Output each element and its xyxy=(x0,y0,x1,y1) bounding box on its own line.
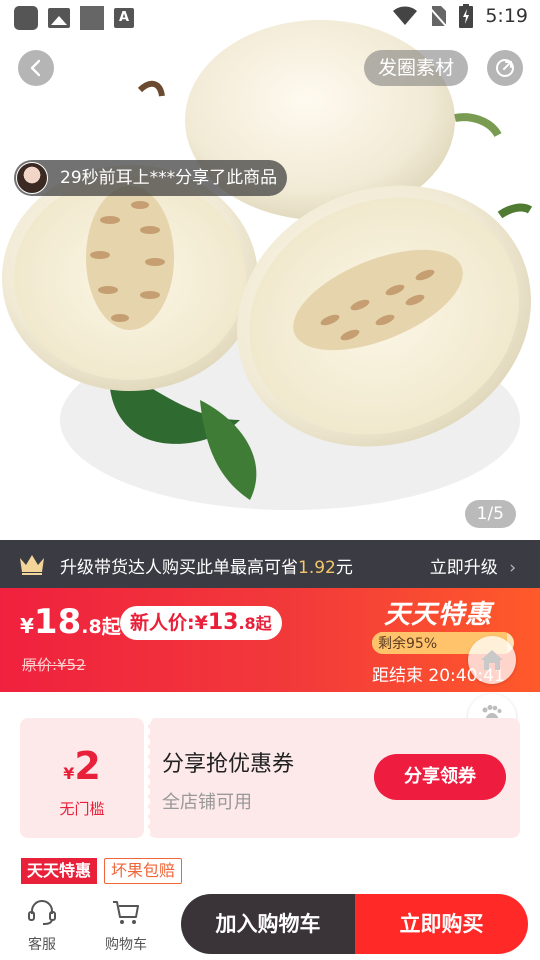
coupon-details: 分享抢优惠券 全店铺可用 分享领券 xyxy=(148,718,520,838)
new-user-price-integer: 13 xyxy=(207,610,239,635)
current-price: ¥18.8起 xyxy=(20,602,121,642)
headset-icon xyxy=(28,900,56,925)
upgrade-now-link[interactable]: 立即升级 › xyxy=(430,553,516,578)
customer-service-label: 客服 xyxy=(28,937,56,953)
product-hero-image[interactable]: 发圈素材 29秒前耳上***分享了此商品 1/5 xyxy=(0,0,540,540)
recent-share-text: 29秒前耳上***分享了此商品 xyxy=(60,168,278,188)
wifi-icon xyxy=(393,6,418,25)
share-material-button[interactable]: 发圈素材 xyxy=(363,50,468,86)
recent-share-notice: 29秒前耳上***分享了此商品 xyxy=(14,160,288,196)
upgrade-banner[interactable]: 升级带货达人购买此单最高可省1.92元 立即升级 › xyxy=(0,540,540,588)
upgrade-now-label: 立即升级 xyxy=(429,558,498,578)
upgrade-amount: 1.92 xyxy=(298,558,336,578)
bad-fruit-compensation-tag: 坏果包赔 xyxy=(104,858,183,884)
cart-icon xyxy=(113,901,139,924)
image-icon xyxy=(48,8,70,28)
coupon-title: 分享抢优惠券 xyxy=(162,752,295,777)
add-to-cart-button[interactable]: 加入购物车 xyxy=(181,894,355,954)
price-currency: ¥ xyxy=(20,614,34,638)
daily-deal-tag: 天天特惠 xyxy=(21,858,98,884)
upgrade-unit: 元 xyxy=(335,558,353,578)
new-user-price-label: 新人价: xyxy=(130,612,195,634)
notification-square-icon xyxy=(14,6,38,30)
share-claim-coupon-button[interactable]: 分享领券 xyxy=(374,754,506,800)
image-page-indicator: 1/5 xyxy=(464,500,516,528)
coupon-currency: ¥ xyxy=(63,764,75,783)
clock: 5:19 xyxy=(485,5,528,27)
square-icon xyxy=(80,6,104,30)
chevron-right-icon: › xyxy=(509,558,516,578)
coupon-subtitle: 全店铺可用 xyxy=(162,792,252,813)
coupon-amount: ¥2 xyxy=(20,744,144,788)
cart-button[interactable]: 购物车 xyxy=(91,898,161,954)
price-banner: ¥18.8起 新人价:¥13.8起 原价:¥52 天天特惠 剩余95% 距结束 … xyxy=(0,588,540,692)
share-icon xyxy=(496,59,514,77)
new-user-price-badge: 新人价:¥13.8起 xyxy=(120,606,282,640)
home-icon xyxy=(481,650,503,670)
new-user-price-decimal: .8起 xyxy=(238,614,272,633)
upgrade-text: 升级带货达人购买此单最高可省1.92元 xyxy=(60,553,353,578)
coupon-value: ¥2 无门槛 xyxy=(20,718,144,838)
buy-now-button[interactable]: 立即购买 xyxy=(355,894,528,954)
share-button[interactable] xyxy=(487,50,523,86)
no-sim-icon xyxy=(429,6,448,27)
back-button[interactable] xyxy=(18,50,54,86)
chevron-left-icon xyxy=(30,59,41,77)
upgrade-message: 升级带货达人购买此单最高可省 xyxy=(60,558,298,578)
text-a-icon: A xyxy=(114,8,134,28)
battery-charging-icon xyxy=(459,4,474,28)
coupon-card: ¥2 无门槛 分享抢优惠券 全店铺可用 分享领券 xyxy=(20,718,520,838)
price-decimal: .8起 xyxy=(81,616,121,638)
cart-label: 购物车 xyxy=(105,937,147,953)
new-user-price-currency: ¥ xyxy=(194,612,208,634)
coupon-condition: 无门槛 xyxy=(59,800,105,818)
original-price: 原价:¥52 xyxy=(22,656,86,674)
coupon-amount-number: 2 xyxy=(74,744,101,788)
status-bar: A 5:19 xyxy=(0,0,540,36)
crown-icon xyxy=(20,555,44,575)
daily-deal-logo: 天天特惠 xyxy=(384,600,493,630)
home-button[interactable] xyxy=(468,636,516,684)
customer-service-button[interactable]: 客服 xyxy=(7,898,77,954)
price-integer: 18 xyxy=(33,602,82,642)
stock-remaining-text: 剩余95% xyxy=(378,636,438,652)
avatar xyxy=(16,162,48,194)
bottom-action-bar: 客服 购物车 加入购物车 立即购买 xyxy=(0,890,540,960)
